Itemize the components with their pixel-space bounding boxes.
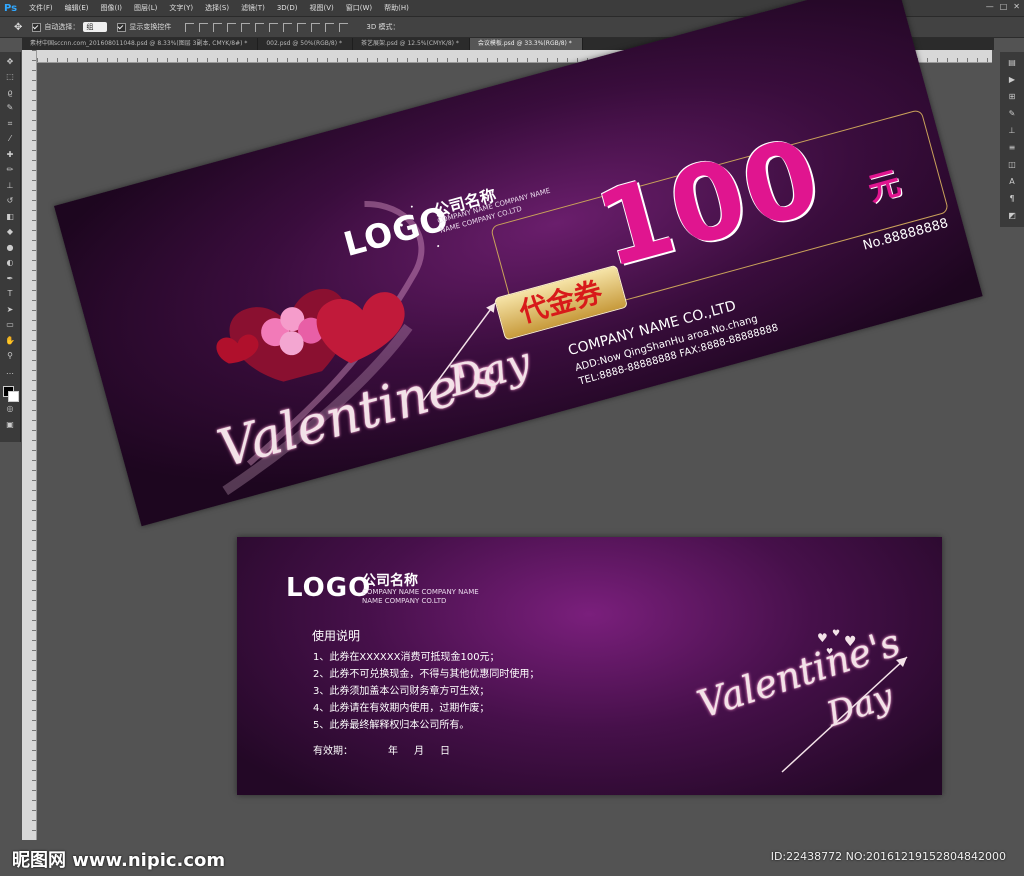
menu-view[interactable]: 视图(V): [310, 3, 334, 13]
more-tools-icon[interactable]: …: [4, 366, 16, 378]
distribute-left-icon[interactable]: [311, 22, 321, 32]
instruction-item: 1、此券在XXXXXX消费可抵现金100元；: [313, 652, 500, 663]
3d-mode-label: 3D 模式：: [366, 23, 400, 31]
instruction-item: 5、此券最终解释权归本公司所有。: [313, 720, 470, 731]
validity-month: 月: [414, 746, 424, 757]
show-transform-checkbox[interactable]: [117, 22, 127, 32]
align-top-icon[interactable]: [185, 22, 195, 32]
color-swatches[interactable]: [3, 385, 19, 402]
clone-stamp-icon[interactable]: ⊥: [4, 180, 16, 192]
menu-help[interactable]: 帮助(H): [384, 3, 409, 13]
align-right-icon[interactable]: [255, 22, 265, 32]
move-icon[interactable]: ✥: [4, 56, 16, 68]
menu-select[interactable]: 选择(S): [205, 3, 229, 13]
quick-mask-icon[interactable]: ◎: [4, 403, 16, 415]
menu-filter[interactable]: 滤镜(T): [241, 3, 265, 13]
back-company-en-2: NAME COMPANY CO.LTD: [362, 597, 447, 605]
instruction-item: 3、此券须加盖本公司财务章方可生效；: [313, 686, 490, 697]
photoshop-logo: Ps: [4, 2, 18, 14]
instruction-item: 2、此券不可兑换现金，不得与其他优惠同时使用；: [313, 669, 540, 680]
auto-select-label: 自动选择：: [44, 23, 80, 31]
menu-layer[interactable]: 图层(L): [134, 3, 157, 13]
character-panel-icon[interactable]: A: [1006, 176, 1018, 188]
actions-panel-icon[interactable]: ▶: [1006, 74, 1018, 86]
background-color-swatch[interactable]: [8, 390, 19, 402]
blur-icon[interactable]: ●: [4, 242, 16, 254]
move-tool-icon[interactable]: ✥: [14, 22, 22, 33]
tab-document-3[interactable]: 茶艺展架.psd @ 12.5%(CMYK/8) *: [353, 38, 470, 50]
auto-select-dropdown[interactable]: 组: [83, 22, 108, 32]
history-brush-icon[interactable]: ↺: [4, 195, 16, 207]
tab-document-2[interactable]: 002.psd @ 50%(RGB/8) *: [258, 38, 353, 50]
zoom-icon[interactable]: ⚲: [4, 350, 16, 362]
hand-icon[interactable]: ✋: [4, 335, 16, 347]
menu-image[interactable]: 图像(I): [101, 3, 123, 13]
distribute-center-icon[interactable]: [325, 22, 335, 32]
close-button[interactable]: ✕: [1013, 2, 1020, 11]
voucher-back: LOGO 公司名称 COMPANY NAME COMPANY NAME NAME…: [237, 537, 942, 795]
tool-presets-icon[interactable]: ⊞: [1006, 91, 1018, 103]
tools-panel: ✥ ⬚ ϱ ✎ ⌗ ⁄ ✚ ✏ ⊥ ↺ ◧ ◆ ● ◐ ✒ T ➤ ▭ ✋ ⚲ …: [0, 52, 21, 442]
instructions-title: 使用说明: [312, 629, 361, 643]
brush-icon[interactable]: ✏: [4, 164, 16, 176]
vertical-ruler[interactable]: [22, 50, 37, 840]
nipic-watermark: 昵图网 www.nipic.com: [12, 850, 226, 871]
image-id-watermark: ID:22438772 NO:20161219152804842000: [770, 850, 1006, 863]
distribute-top-icon[interactable]: [269, 22, 279, 32]
quick-select-icon[interactable]: ✎: [4, 102, 16, 114]
window-controls: — □ ✕: [986, 2, 1020, 11]
back-company-en-1: COMPANY NAME COMPANY NAME: [362, 588, 479, 596]
arrow-icon: [781, 656, 908, 773]
align-middle-icon[interactable]: [199, 22, 209, 32]
align-buttons: [185, 22, 349, 32]
align-left-icon[interactable]: [227, 22, 237, 32]
adjustments-icon[interactable]: ≡: [1006, 142, 1018, 154]
type-icon[interactable]: T: [4, 288, 16, 300]
align-center-icon[interactable]: [241, 22, 251, 32]
screen-mode-icon[interactable]: ▣: [4, 419, 16, 431]
menu-3d[interactable]: 3D(D): [277, 4, 298, 12]
back-logo: LOGO: [286, 573, 372, 603]
tab-document-1[interactable]: 素材中国sccnn.com_20160801104​8.psd @ 8.33%(…: [22, 38, 259, 50]
show-transform-label: 显示变换控件: [129, 23, 172, 31]
path-select-icon[interactable]: ➤: [4, 304, 16, 316]
dodge-icon[interactable]: ◐: [4, 257, 16, 269]
validity-day: 日: [440, 746, 450, 757]
validity-year: 年: [388, 746, 398, 757]
instructions-list: 1、此券在XXXXXX消费可抵现金100元； 2、此券不可兑换现金，不得与其他优…: [313, 649, 539, 734]
history-panel-icon[interactable]: ▤: [1006, 57, 1018, 69]
menu-type[interactable]: 文字(Y): [169, 3, 193, 13]
right-panel-strip: ▤ ▶ ⊞ ✎ ⊥ ≡ ◫ A ¶ ◩: [1000, 52, 1024, 227]
properties-icon[interactable]: ◩: [1006, 210, 1018, 222]
eyedropper-icon[interactable]: ⁄: [4, 133, 16, 145]
back-company-cn: 公司名称: [362, 573, 418, 589]
validity-label: 有效期：: [313, 746, 353, 757]
channels-icon[interactable]: ◫: [1006, 159, 1018, 171]
auto-select-checkbox[interactable]: [32, 22, 42, 32]
menu-edit[interactable]: 编辑(E): [65, 3, 89, 13]
shape-icon[interactable]: ▭: [4, 319, 16, 331]
pen-icon[interactable]: ✒: [4, 273, 16, 285]
align-bottom-icon[interactable]: [213, 22, 223, 32]
distribute-bottom-icon[interactable]: [297, 22, 307, 32]
distribute-middle-icon[interactable]: [283, 22, 293, 32]
menu-file[interactable]: 文件(F): [29, 3, 53, 13]
marquee-icon[interactable]: ⬚: [4, 71, 16, 83]
instruction-item: 4、此券请在有效期内使用，过期作废；: [313, 703, 490, 714]
distribute-right-icon[interactable]: [339, 22, 349, 32]
validity-row: 有效期： 年 月 日: [313, 742, 450, 757]
crop-icon[interactable]: ⌗: [4, 118, 16, 130]
eraser-icon[interactable]: ◧: [4, 211, 16, 223]
maximize-button[interactable]: □: [1000, 2, 1008, 11]
menu-window[interactable]: 窗口(W): [346, 3, 372, 13]
healing-brush-icon[interactable]: ✚: [4, 149, 16, 161]
minimize-button[interactable]: —: [986, 2, 994, 11]
brush-panel-icon[interactable]: ✎: [1006, 108, 1018, 120]
paragraph-panel-icon[interactable]: ¶: [1006, 193, 1018, 205]
paint-bucket-icon[interactable]: ◆: [4, 226, 16, 238]
lasso-icon[interactable]: ϱ: [4, 87, 16, 99]
tab-document-4[interactable]: 会议模板.psd @ 33.3%(RGB/8) *: [469, 38, 583, 50]
clone-source-icon[interactable]: ⊥: [1006, 125, 1018, 137]
